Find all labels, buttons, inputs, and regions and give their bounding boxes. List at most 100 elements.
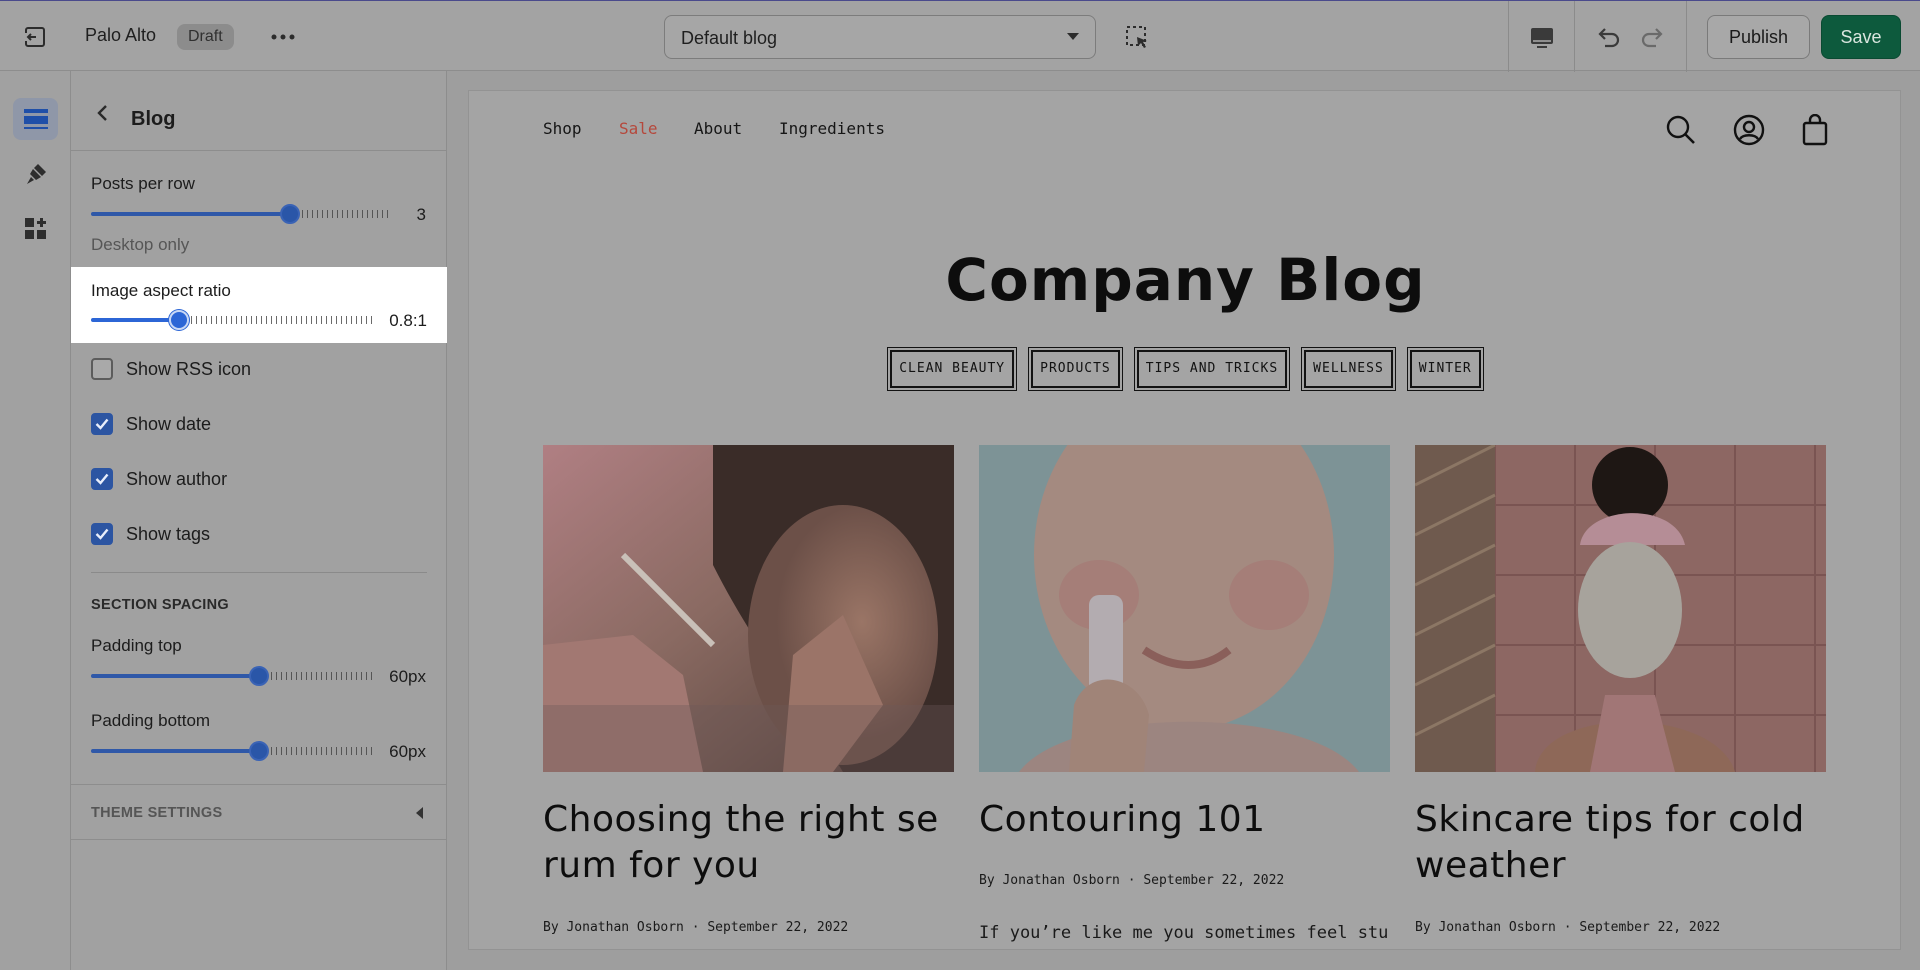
- publish-button[interactable]: Publish: [1707, 15, 1810, 59]
- store-account-button[interactable]: [1731, 112, 1767, 148]
- post-image[interactable]: [1415, 445, 1826, 772]
- settings-panel: Blog Posts per row 3 Desktop only Image …: [71, 71, 447, 970]
- more-actions-button[interactable]: [266, 23, 300, 51]
- desktop-preview-button[interactable]: [1525, 23, 1559, 53]
- select-element-button[interactable]: [1122, 23, 1154, 53]
- more-icon: [271, 34, 295, 40]
- slider-thumb[interactable]: [249, 666, 269, 686]
- back-button[interactable]: [89, 100, 115, 126]
- nav-link-sale[interactable]: Sale: [619, 119, 658, 138]
- redo-icon: [1641, 28, 1663, 48]
- store-name: Palo Alto: [85, 25, 157, 45]
- checkbox[interactable]: [91, 523, 113, 545]
- slider-fill: [91, 674, 259, 678]
- sections-icon: [23, 109, 48, 129]
- theme-brush-icon: [26, 164, 46, 184]
- save-button[interactable]: Save: [1821, 15, 1901, 59]
- blog-tag[interactable]: WINTER: [1409, 350, 1481, 388]
- desktop-only-hint: Desktop only: [91, 235, 190, 254]
- store-search-button[interactable]: [1663, 112, 1699, 148]
- theme-settings-row[interactable]: THEME SETTINGS: [71, 784, 447, 840]
- slider-track: [191, 316, 375, 324]
- slider-fill: [91, 749, 259, 753]
- slider-fill: [91, 318, 179, 322]
- theme-settings-tab[interactable]: [13, 153, 58, 195]
- checkbox[interactable]: [91, 413, 113, 435]
- padding-top-slider[interactable]: [91, 666, 375, 686]
- checkmark-icon: [95, 528, 109, 540]
- divider: [1574, 1, 1575, 72]
- show-date-toggle[interactable]: Show date: [91, 412, 211, 436]
- status-badge: Draft: [177, 24, 234, 50]
- slider-thumb[interactable]: [249, 741, 269, 761]
- undo-icon: [1598, 28, 1620, 48]
- account-icon: [1733, 114, 1765, 146]
- store-preview: Shop Sale About Ingredients Company Blog…: [468, 90, 1901, 950]
- post-image[interactable]: [543, 445, 954, 772]
- post-title[interactable]: Contouring 101: [979, 797, 1390, 843]
- exit-button[interactable]: [16, 21, 54, 53]
- checkbox-label: Show author: [126, 468, 228, 489]
- select-element-icon: [1126, 26, 1147, 48]
- checkmark-icon: [95, 473, 109, 485]
- checkbox[interactable]: [91, 468, 113, 490]
- slider-track: [302, 210, 392, 218]
- back-chevron-icon: [97, 105, 107, 121]
- blog-tag[interactable]: TIPS AND TRICKS: [1136, 350, 1288, 388]
- panel-header: Blog: [71, 71, 447, 151]
- top-bar: Palo Alto Draft Default blog Publish Sav…: [0, 0, 1920, 72]
- search-icon: [1666, 115, 1695, 144]
- contouring-photo: [979, 445, 1390, 772]
- post-meta: By Jonathan Osborn · September 22, 2022: [1415, 920, 1721, 935]
- padding-top-label: Padding top: [91, 636, 182, 655]
- image-aspect-ratio-value: 0.8:1: [389, 311, 427, 330]
- posts-per-row-label: Posts per row: [91, 174, 195, 193]
- slider-fill: [91, 212, 290, 216]
- checkmark-icon: [95, 418, 109, 430]
- post-title[interactable]: Skincare tips for cold weather: [1415, 797, 1826, 889]
- show-tags-toggle[interactable]: Show tags: [91, 522, 210, 546]
- nav-link-shop[interactable]: Shop: [543, 119, 582, 138]
- post-meta: By Jonathan Osborn · September 22, 2022: [979, 873, 1285, 888]
- blog-tag[interactable]: PRODUCTS: [1031, 350, 1120, 388]
- checkbox-label: Show date: [126, 413, 212, 434]
- store-cart-button[interactable]: [1797, 112, 1833, 148]
- blog-tag[interactable]: WELLNESS: [1304, 350, 1393, 388]
- nav-link-ingredients[interactable]: Ingredients: [779, 119, 885, 138]
- image-aspect-ratio-label: Image aspect ratio: [91, 281, 231, 300]
- section-spacing-heading: SECTION SPACING: [91, 597, 229, 613]
- show-author-toggle[interactable]: Show author: [91, 467, 227, 491]
- chevron-left-icon: [416, 807, 423, 819]
- editor-rail: [0, 71, 71, 970]
- divider: [1508, 1, 1509, 72]
- slider-thumb[interactable]: [169, 310, 189, 330]
- blog-tag-list: CLEAN BEAUTY PRODUCTS TIPS AND TRICKS WE…: [469, 350, 1900, 388]
- template-select[interactable]: Default blog: [664, 15, 1096, 59]
- show-rss-icon-toggle[interactable]: Show RSS icon: [91, 357, 251, 381]
- exit-icon: [25, 27, 45, 47]
- posts-per-row-slider[interactable]: [91, 204, 392, 224]
- slider-track: [271, 672, 375, 680]
- apps-tab[interactable]: [13, 208, 58, 250]
- nav-link-about[interactable]: About: [694, 119, 742, 138]
- apps-icon: [24, 218, 46, 239]
- face-mask-photo: [1415, 445, 1826, 772]
- chevron-down-icon: [1067, 33, 1079, 40]
- slider-track: [271, 747, 375, 755]
- checkbox[interactable]: [91, 358, 113, 380]
- checkbox-label: Show tags: [126, 523, 211, 544]
- padding-top-value: 60px: [389, 667, 426, 686]
- blog-tag[interactable]: CLEAN BEAUTY: [890, 350, 1015, 388]
- post-meta: By Jonathan Osborn · September 22, 2022: [543, 920, 849, 935]
- image-aspect-ratio-slider[interactable]: [91, 310, 375, 330]
- post-title[interactable]: Choosing the right serum for you: [543, 797, 954, 889]
- redo-button[interactable]: [1635, 21, 1671, 53]
- padding-bottom-slider[interactable]: [91, 741, 375, 761]
- divider: [1686, 1, 1687, 72]
- padding-bottom-value: 60px: [389, 742, 426, 761]
- undo-button[interactable]: [1590, 21, 1626, 53]
- cart-icon: [1802, 114, 1828, 146]
- sections-tab[interactable]: [13, 98, 58, 140]
- post-image[interactable]: [979, 445, 1390, 772]
- slider-thumb[interactable]: [280, 204, 300, 224]
